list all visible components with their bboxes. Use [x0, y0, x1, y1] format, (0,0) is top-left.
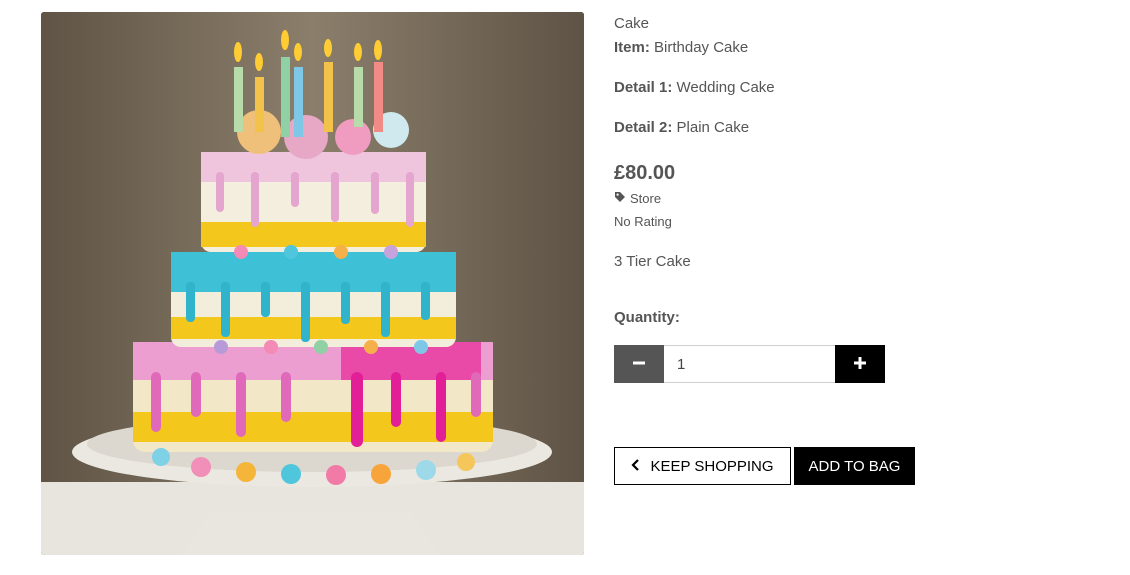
detail-1-label: Detail 1:	[614, 79, 673, 96]
product-category: Cake	[614, 15, 650, 32]
cake-photo	[41, 12, 584, 555]
item-value: Birthday Cake	[654, 39, 749, 56]
store-label: Store	[630, 191, 662, 206]
product-price: £80.00	[614, 162, 676, 184]
tag-icon	[614, 191, 626, 207]
keep-shopping-label: KEEP SHOPPING	[650, 457, 774, 475]
plus-icon	[853, 356, 867, 373]
product-description: 3 Tier Cake	[614, 253, 691, 270]
detail-2-label: Detail 2:	[614, 119, 673, 136]
product-image	[41, 12, 584, 555]
quantity-input[interactable]	[664, 345, 835, 383]
item-label: Item:	[614, 39, 650, 56]
quantity-stepper	[614, 345, 885, 383]
product-store-link[interactable]: Store	[614, 191, 661, 207]
decrement-button[interactable]	[614, 345, 664, 383]
chevron-left-icon	[631, 458, 640, 475]
product-rating: No Rating	[614, 214, 672, 229]
product-actions: KEEP SHOPPING ADD TO BAG	[614, 447, 915, 485]
product-item: Item: Birthday Cake	[614, 39, 748, 57]
minus-icon	[632, 356, 646, 373]
keep-shopping-button[interactable]: KEEP SHOPPING	[614, 447, 791, 485]
detail-2-value: Plain Cake	[676, 119, 750, 136]
product-detail-2: Detail 2: Plain Cake	[614, 119, 749, 137]
quantity-label: Quantity:	[614, 309, 680, 326]
add-to-bag-button[interactable]: ADD TO BAG	[794, 447, 915, 485]
increment-button[interactable]	[835, 345, 885, 383]
product-detail-1: Detail 1: Wedding Cake	[614, 79, 775, 97]
detail-1-value: Wedding Cake	[676, 79, 775, 96]
